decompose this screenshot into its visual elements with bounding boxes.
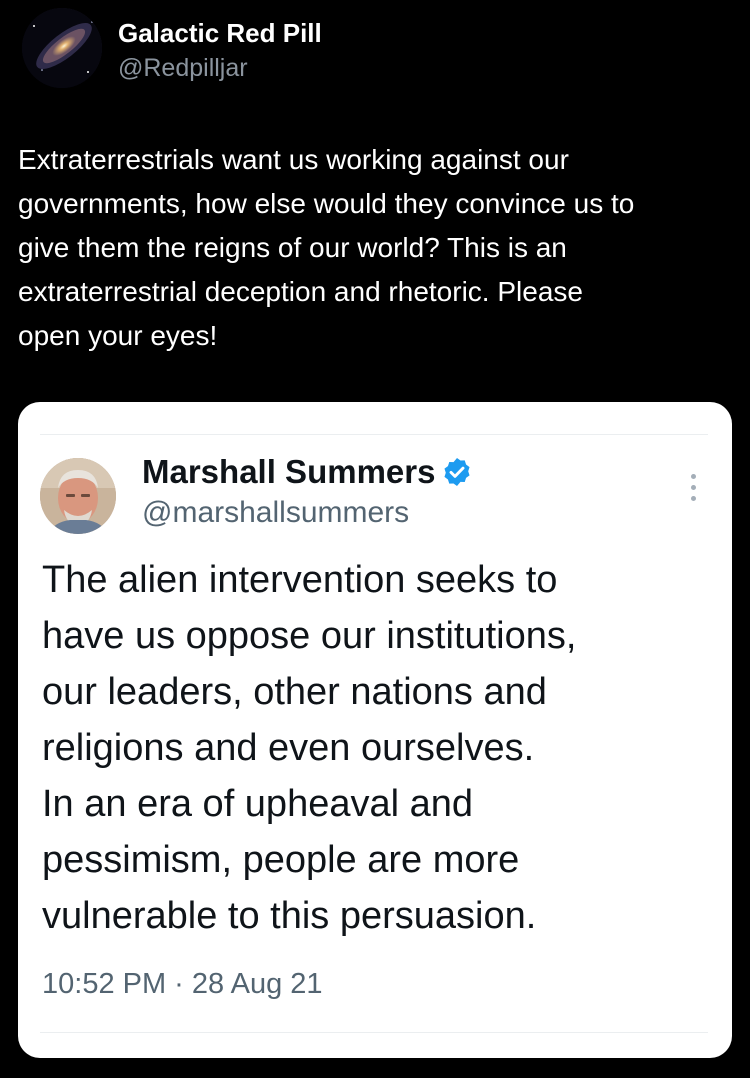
post-text-line: Extraterrestrials want us working agains…: [18, 144, 569, 175]
quoted-tweet-timestamp[interactable]: 10:52 PM · 28 Aug 21: [42, 968, 323, 1001]
quoted-author-name[interactable]: Marshall Summers: [142, 453, 435, 491]
more-vertical-icon[interactable]: [678, 468, 708, 508]
post-text: Extraterrestrials want us working agains…: [18, 138, 738, 358]
quoted-author-handle[interactable]: @marshallsummers: [142, 496, 409, 530]
quoted-text-line: have us oppose our institutions,: [42, 615, 577, 657]
post-text-line: give them the reigns of our world? This …: [18, 232, 567, 263]
divider: [40, 434, 708, 435]
galaxy-avatar-icon: [22, 8, 102, 88]
quoted-tweet-text: The alien intervention seeks to have us …: [42, 552, 712, 944]
profile-photo-icon: [40, 458, 116, 534]
author-name[interactable]: Galactic Red Pill: [118, 18, 322, 49]
post-text-line: governments, how else would they convinc…: [18, 188, 635, 219]
quoted-text-line: pessimism, people are more: [42, 839, 520, 881]
author-handle[interactable]: @Redpilljar: [118, 54, 248, 83]
quoted-text-line: our leaders, other nations and: [42, 671, 547, 713]
quoted-author-avatar[interactable]: [40, 458, 116, 534]
post-header: Galactic Red Pill @Redpilljar: [18, 8, 718, 92]
quoted-text-line: religions and even ourselves.: [42, 727, 535, 769]
divider: [40, 1032, 708, 1033]
quoted-tweet-card[interactable]: Marshall Summers @marshallsummers The al…: [18, 402, 732, 1058]
post-text-line: open your eyes!: [18, 320, 218, 351]
quoted-author-name-row: Marshall Summers: [142, 452, 473, 492]
verified-badge-icon: [441, 456, 473, 488]
quoted-text-line: The alien intervention seeks to: [42, 559, 558, 601]
quoted-text-line: In an era of upheaval and: [42, 783, 474, 825]
quoted-text-line: vulnerable to this persuasion.: [42, 895, 537, 937]
author-avatar[interactable]: [22, 8, 102, 88]
post-text-line: extraterrestrial deception and rhetoric.…: [18, 276, 583, 307]
